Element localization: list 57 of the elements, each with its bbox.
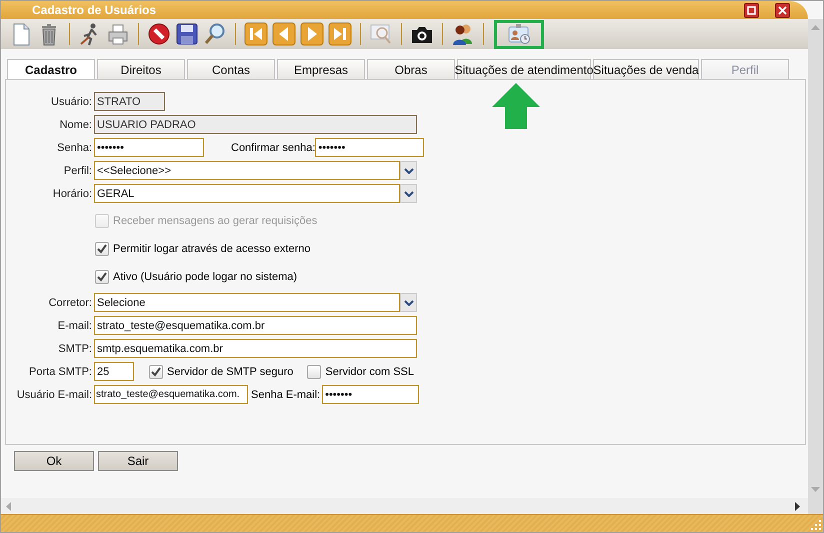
tab[interactable]: Direitos [97, 59, 185, 79]
input-field[interactable]: smtp.esquematika.com.br [94, 339, 417, 358]
chevron-down-icon [404, 300, 414, 306]
field-label: Perfil: [62, 164, 93, 176]
field-label: SMTP: [57, 342, 93, 354]
field-label: Horário: [52, 188, 93, 200]
maximize-button[interactable] [744, 2, 759, 18]
field-label: Senha E-mail: [250, 388, 322, 400]
field-label: Porta SMTP: [28, 366, 93, 378]
tab[interactable]: Cadastro [7, 59, 95, 79]
next-icon[interactable] [298, 22, 326, 46]
checkbox[interactable] [95, 242, 109, 256]
field-label: Usuário: [50, 96, 93, 108]
input-field[interactable]: ••••••• [322, 385, 420, 404]
skip-start-icon[interactable] [242, 22, 270, 46]
tab[interactable]: Obras [367, 59, 455, 79]
tab[interactable]: Contas [187, 59, 275, 79]
previous-icon[interactable] [270, 22, 298, 46]
field-label: Senha: [56, 142, 93, 154]
button[interactable]: Ok [14, 451, 94, 471]
resize-grip-icon[interactable] [811, 520, 821, 530]
tab[interactable]: Situações de atendimento [457, 59, 591, 79]
tab[interactable]: Empresas [277, 59, 365, 79]
checkbox[interactable] [149, 364, 163, 378]
field-label: Confirmar senha: [230, 142, 316, 154]
input-field[interactable]: ••••••• [315, 138, 424, 157]
checkbox-label: Servidor de SMTP seguro [167, 366, 294, 378]
checkbox-label: Permitir logar através de acesso externo [113, 243, 310, 255]
pointer-arrow [491, 83, 541, 129]
chevron-down-icon [404, 190, 414, 196]
checkbox[interactable] [95, 270, 109, 284]
input-field[interactable]: strato_teste@esquematika.com.br [94, 316, 417, 335]
checkbox-label: Servidor com SSL [325, 366, 414, 378]
field-label: Nome: [58, 118, 93, 130]
checkbox-label: Receber mensagens ao gerar requisições [113, 215, 318, 227]
horizontal-scrollbar[interactable] [1, 498, 808, 514]
tab[interactable]: Situações de venda [593, 59, 699, 79]
scroll-right-icon[interactable] [795, 502, 800, 510]
chevron-down-icon [404, 168, 414, 174]
maximize-icon [747, 6, 756, 14]
skip-end-icon[interactable] [326, 22, 354, 46]
input-field[interactable]: STRATO [94, 92, 165, 111]
window-title: Cadastro de Usuários [32, 3, 158, 17]
input-field[interactable]: ••••••• [94, 138, 204, 157]
scroll-left-icon[interactable] [6, 502, 11, 510]
input-field[interactable]: USUARIO PADRAO [94, 115, 417, 134]
close-icon [778, 6, 787, 14]
close-button[interactable] [775, 2, 790, 18]
field-label: Corretor: [48, 296, 93, 308]
checkbox[interactable] [307, 364, 322, 378]
input-field[interactable]: strato_teste@esquematika.com. [94, 385, 248, 404]
field-label: E-mail: [56, 320, 93, 332]
field-label: Usuário E-mail: [16, 388, 93, 400]
scrollbar-corner [808, 498, 823, 514]
checkbox-label: Ativo (Usuário pode logar no sistema) [113, 271, 298, 283]
button[interactable]: Sair [98, 451, 178, 471]
input-field[interactable]: 25 [94, 362, 134, 381]
